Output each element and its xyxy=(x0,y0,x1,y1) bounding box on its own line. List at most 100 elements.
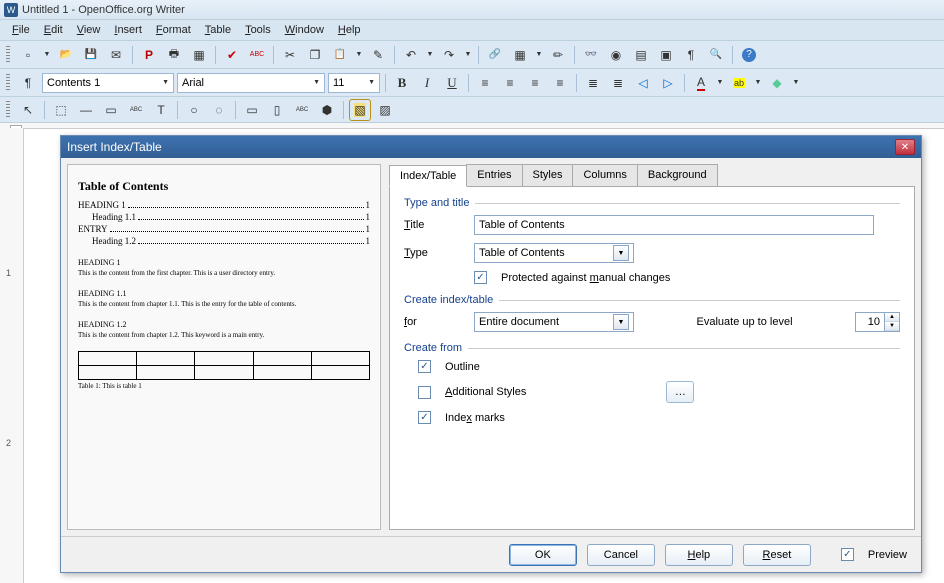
spin-up[interactable]: ▲ xyxy=(885,313,899,322)
font-size-combo[interactable]: 11 ▼ xyxy=(328,73,380,93)
cancel-button[interactable]: Cancel xyxy=(587,544,655,566)
menu-format[interactable]: Format xyxy=(150,22,197,38)
undo-dropdown[interactable]: ▼ xyxy=(425,44,435,66)
redo-dropdown[interactable]: ▼ xyxy=(463,44,473,66)
font-name-combo[interactable]: Arial ▼ xyxy=(177,73,325,93)
increase-indent-button[interactable] xyxy=(657,72,679,94)
menu-insert[interactable]: Insert xyxy=(108,22,148,38)
decrease-indent-button[interactable] xyxy=(632,72,654,94)
additional-styles-checkbox[interactable]: ✓ xyxy=(418,386,431,399)
menu-tools[interactable]: Tools xyxy=(239,22,277,38)
for-select[interactable]: Entire document ▼ xyxy=(474,312,634,332)
export-pdf-button[interactable] xyxy=(138,44,160,66)
show-draw-button[interactable] xyxy=(547,44,569,66)
copy-button[interactable] xyxy=(304,44,326,66)
position-button[interactable] xyxy=(50,99,72,121)
tab-columns[interactable]: Columns xyxy=(572,164,637,186)
font-color-button[interactable] xyxy=(690,72,712,94)
font-work-button[interactable] xyxy=(291,99,313,121)
datasources-button[interactable] xyxy=(655,44,677,66)
text-tool-button[interactable] xyxy=(150,99,172,121)
paste-button[interactable] xyxy=(329,44,351,66)
title-input[interactable] xyxy=(474,215,874,235)
preview-checkbox[interactable]: ✓ xyxy=(841,548,854,561)
undo-button[interactable] xyxy=(400,44,422,66)
circle-outline-button[interactable] xyxy=(208,99,230,121)
menu-help[interactable]: Help xyxy=(332,22,367,38)
find-button[interactable] xyxy=(580,44,602,66)
italic-button[interactable] xyxy=(416,72,438,94)
align-justify-button[interactable] xyxy=(549,72,571,94)
print-button[interactable] xyxy=(163,44,185,66)
print-preview-button[interactable] xyxy=(188,44,210,66)
highlight-button[interactable] xyxy=(728,72,750,94)
underline-button[interactable] xyxy=(441,72,463,94)
numbered-list-button[interactable] xyxy=(582,72,604,94)
highlight-tool-button[interactable] xyxy=(349,99,371,121)
align-center-button[interactable] xyxy=(499,72,521,94)
new-doc-button[interactable] xyxy=(17,44,39,66)
dialog-close-button[interactable]: ✕ xyxy=(895,139,915,155)
bullet-list-button[interactable] xyxy=(607,72,629,94)
preview-label: Preview xyxy=(868,549,907,561)
extrude-button[interactable] xyxy=(374,99,396,121)
insert-table-button[interactable] xyxy=(509,44,531,66)
background-color-dropdown[interactable]: ▼ xyxy=(791,72,801,94)
type-title-group: Type and title Title Type Table of Conte… xyxy=(404,197,900,284)
mail-button[interactable] xyxy=(105,44,127,66)
outline-checkbox[interactable]: ✓ xyxy=(418,360,431,373)
align-left-button[interactable] xyxy=(474,72,496,94)
help-button[interactable]: Help xyxy=(665,544,733,566)
vcallout-button[interactable] xyxy=(266,99,288,121)
autospell-button[interactable] xyxy=(246,44,268,66)
spin-down[interactable]: ▼ xyxy=(885,322,899,331)
reset-button[interactable]: Reset xyxy=(743,544,811,566)
dialog-title-bar[interactable]: Insert Index/Table ✕ xyxy=(61,136,921,158)
format-paintbrush-button[interactable] xyxy=(367,44,389,66)
additional-styles-more-button[interactable]: … xyxy=(666,381,694,403)
save-button[interactable] xyxy=(80,44,102,66)
bold-button[interactable] xyxy=(391,72,413,94)
background-color-button[interactable] xyxy=(766,72,788,94)
preview-pane: Table of Contents HEADING 11 Heading 1.1… xyxy=(67,164,381,530)
align-right-button[interactable] xyxy=(524,72,546,94)
cut-button[interactable] xyxy=(279,44,301,66)
paragraph-style-combo[interactable]: Contents 1 ▼ xyxy=(42,73,174,93)
ellipse-outline-button[interactable] xyxy=(183,99,205,121)
tab-entries[interactable]: Entries xyxy=(466,164,522,186)
navigator-button[interactable] xyxy=(605,44,627,66)
new-doc-dropdown[interactable]: ▼ xyxy=(42,44,52,66)
menu-file[interactable]: File xyxy=(6,22,36,38)
select-tool-button[interactable] xyxy=(17,99,39,121)
highlight-dropdown[interactable]: ▼ xyxy=(753,72,763,94)
help-button[interactable] xyxy=(738,44,760,66)
zoom-button[interactable] xyxy=(705,44,727,66)
line-tool-button[interactable] xyxy=(75,99,97,121)
open-button[interactable] xyxy=(55,44,77,66)
menu-edit[interactable]: Edit xyxy=(38,22,69,38)
nonprinting-chars-button[interactable] xyxy=(680,44,702,66)
type-select[interactable]: Table of Contents ▼ xyxy=(474,243,634,263)
insert-table-dropdown[interactable]: ▼ xyxy=(534,44,544,66)
tab-styles[interactable]: Styles xyxy=(522,164,574,186)
symbol-button[interactable] xyxy=(316,99,338,121)
spellcheck-button[interactable] xyxy=(221,44,243,66)
tab-background[interactable]: Background xyxy=(637,164,718,186)
gallery-button[interactable] xyxy=(630,44,652,66)
tab-index-table[interactable]: Index/Table xyxy=(389,165,467,187)
menu-table[interactable]: Table xyxy=(199,22,237,38)
hyperlink-button[interactable] xyxy=(484,44,506,66)
hcallout-button[interactable] xyxy=(241,99,263,121)
rectangle-tool-button[interactable] xyxy=(100,99,122,121)
paste-dropdown[interactable]: ▼ xyxy=(354,44,364,66)
font-color-dropdown[interactable]: ▼ xyxy=(715,72,725,94)
menu-view[interactable]: View xyxy=(71,22,107,38)
styles-window-button[interactable]: ¶ xyxy=(17,72,39,94)
ok-button[interactable]: OK xyxy=(509,544,577,566)
protected-checkbox[interactable]: ✓ xyxy=(474,271,487,284)
text-frame-button[interactable] xyxy=(125,99,147,121)
menu-window[interactable]: Window xyxy=(279,22,330,38)
index-marks-checkbox[interactable]: ✓ xyxy=(418,411,431,424)
redo-button[interactable] xyxy=(438,44,460,66)
evaluate-level-spinner[interactable]: 10 ▲▼ xyxy=(855,312,900,332)
